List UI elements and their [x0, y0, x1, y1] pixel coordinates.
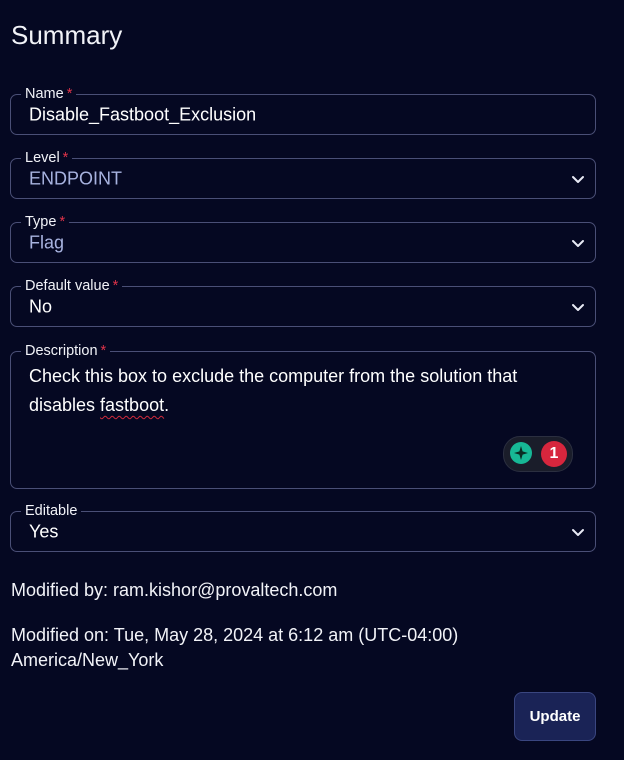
editable-value: Yes: [29, 521, 59, 541]
lightbulb-icon: [510, 442, 532, 464]
required-mark: *: [59, 214, 66, 230]
chevron-down-icon: [572, 303, 584, 311]
required-mark: *: [112, 278, 119, 294]
update-button[interactable]: Update: [514, 692, 596, 741]
required-mark: *: [62, 150, 69, 166]
description-label: Description *: [21, 343, 111, 359]
spelling-flagged-word[interactable]: fastboot: [100, 395, 164, 415]
description-textarea[interactable]: Description * Check this box to exclude t…: [10, 343, 596, 489]
type-select[interactable]: Type * Flag: [10, 214, 596, 263]
chevron-down-icon: [572, 175, 584, 183]
name-label: Name *: [21, 86, 77, 102]
description-text[interactable]: Check this box to exclude the computer f…: [29, 362, 555, 420]
chevron-down-icon: [572, 239, 584, 247]
required-mark: *: [100, 343, 107, 359]
default-value-value: No: [29, 296, 53, 316]
editable-label: Editable: [21, 503, 82, 519]
required-mark: *: [66, 86, 73, 102]
modified-on-text: Modified on: Tue, May 28, 2024 at 6:12 a…: [11, 625, 459, 645]
type-label: Type *: [21, 214, 70, 230]
editable-select[interactable]: Editable Yes: [10, 503, 596, 552]
type-value: Flag: [29, 232, 65, 252]
default-value-label: Default value *: [21, 278, 123, 294]
modified-by-text: Modified by: ram.kishor@provaltech.com: [11, 580, 338, 600]
level-value: ENDPOINT: [29, 168, 123, 188]
grammar-assistant-widget[interactable]: 1: [503, 436, 573, 472]
name-input[interactable]: Disable_Fastboot_Exclusion: [29, 104, 256, 125]
chevron-down-icon: [572, 528, 584, 536]
level-select[interactable]: Level * ENDPOINT: [10, 150, 596, 199]
issue-count-badge: 1: [541, 441, 567, 467]
default-value-select[interactable]: Default value * No: [10, 278, 596, 327]
page-title: Summary: [11, 20, 123, 50]
name-field[interactable]: Name * Disable_Fastboot_Exclusion: [10, 86, 596, 135]
level-label: Level *: [21, 150, 73, 166]
modified-timezone-text: America/New_York: [11, 650, 164, 670]
